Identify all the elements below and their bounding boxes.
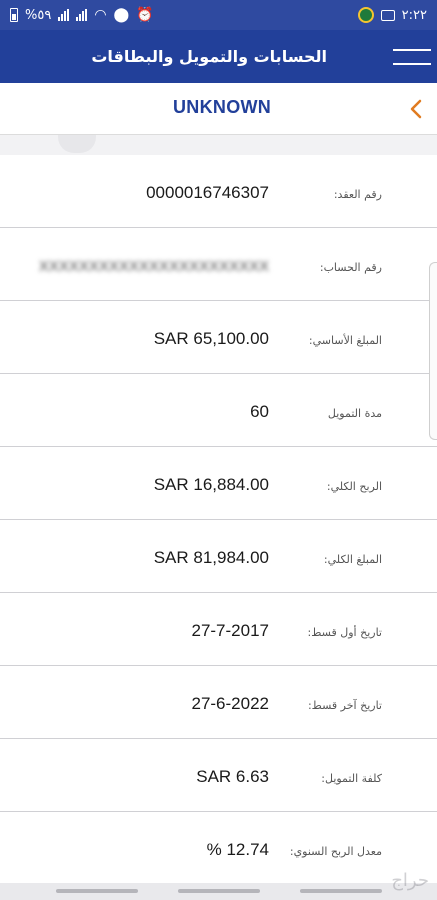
account-name: UNKNOWN: [173, 97, 272, 117]
watermark-text: حراج: [391, 870, 429, 891]
detail-label: رقم العقد:: [333, 188, 382, 201]
alarm-icon: ⏰: [136, 7, 154, 23]
chevron-left-icon[interactable]: [407, 99, 425, 119]
detail-value: SAR 16,884.00: [153, 475, 269, 494]
detail-label: المبلغ الأساسي:: [308, 334, 382, 347]
detail-row-financing-cost: كلفة التمويل: SAR 6.63: [0, 739, 437, 812]
detail-value: % 12.74: [206, 840, 269, 859]
status-left: %٥٩ ◠ ⬤ ⏰: [10, 8, 154, 23]
status-time: ٢:٢٢: [401, 7, 427, 23]
wifi-icon: ◠: [94, 7, 107, 23]
page-title: الحسابات والتمويل والبطاقات: [91, 47, 327, 66]
location-icon: ⬤: [113, 7, 130, 23]
status-bar: %٥٩ ◠ ⬤ ⏰ ٢:٢٢: [0, 0, 437, 30]
detail-label: مدة التمويل: [327, 407, 382, 420]
detail-row-account-number: رقم الحساب: XXXXXXXXXXXXXXXXXXXXXXX: [0, 228, 437, 301]
detail-row-annual-profit-rate: معدل الربح السنوي: % 12.74: [0, 812, 437, 885]
avatar-icon: [357, 7, 374, 23]
nav-back-pill[interactable]: [56, 889, 138, 893]
detail-label: تاريخ آخر قسط:: [307, 699, 382, 712]
battery-icon: [10, 8, 18, 22]
financing-details-list: رقم العقد: 0000016746307 رقم الحساب: XXX…: [0, 155, 437, 885]
detail-label: رقم الحساب:: [319, 261, 382, 274]
detail-label: المبلغ الكلي:: [323, 553, 382, 566]
battery-percent: %٥٩: [25, 7, 52, 23]
detail-row-first-installment: تاريخ أول قسط: 27-7-2017: [0, 593, 437, 666]
detail-value: SAR 81,984.00: [153, 548, 269, 567]
detail-row-last-installment: تاريخ آخر قسط: 27-6-2022: [0, 666, 437, 739]
system-nav-bar: [0, 883, 437, 900]
detail-value: 60: [250, 402, 269, 421]
detail-value: 27-6-2022: [191, 694, 269, 713]
nav-recents-pill[interactable]: [300, 889, 382, 893]
detail-label: الربح الكلي:: [326, 480, 382, 493]
message-icon: [380, 9, 395, 21]
detail-value: 27-7-2017: [191, 621, 269, 640]
signal-icon-2: [76, 9, 88, 21]
status-right: ٢:٢٢: [357, 7, 427, 23]
detail-label: كلفة التمويل:: [321, 772, 382, 785]
detail-row-financing-term: مدة التمويل 60: [0, 374, 437, 447]
detail-row-principal-amount: المبلغ الأساسي: SAR 65,100.00: [0, 301, 437, 374]
app-bar: الحسابات والتمويل والبطاقات: [0, 30, 437, 83]
nav-home-pill[interactable]: [178, 889, 260, 893]
detail-row-contract-number: رقم العقد: 0000016746307: [0, 155, 437, 228]
detail-value-redacted: XXXXXXXXXXXXXXXXXXXXXXX: [38, 258, 269, 275]
side-drawer-handle[interactable]: [429, 262, 437, 440]
detail-label: معدل الربح السنوي:: [289, 845, 382, 858]
pull-tab: [58, 135, 96, 153]
detail-value: 0000016746307: [146, 183, 269, 202]
detail-label: تاريخ أول قسط:: [307, 626, 382, 639]
detail-row-total-amount: المبلغ الكلي: SAR 81,984.00: [0, 520, 437, 593]
detail-value: SAR 6.63: [196, 767, 269, 786]
signal-icon: [58, 9, 70, 21]
hamburger-menu-icon[interactable]: [393, 45, 431, 69]
detail-row-total-profit: الربح الكلي: SAR 16,884.00: [0, 447, 437, 520]
account-header: UNKNOWN: [0, 83, 437, 135]
detail-value: SAR 65,100.00: [153, 329, 269, 348]
